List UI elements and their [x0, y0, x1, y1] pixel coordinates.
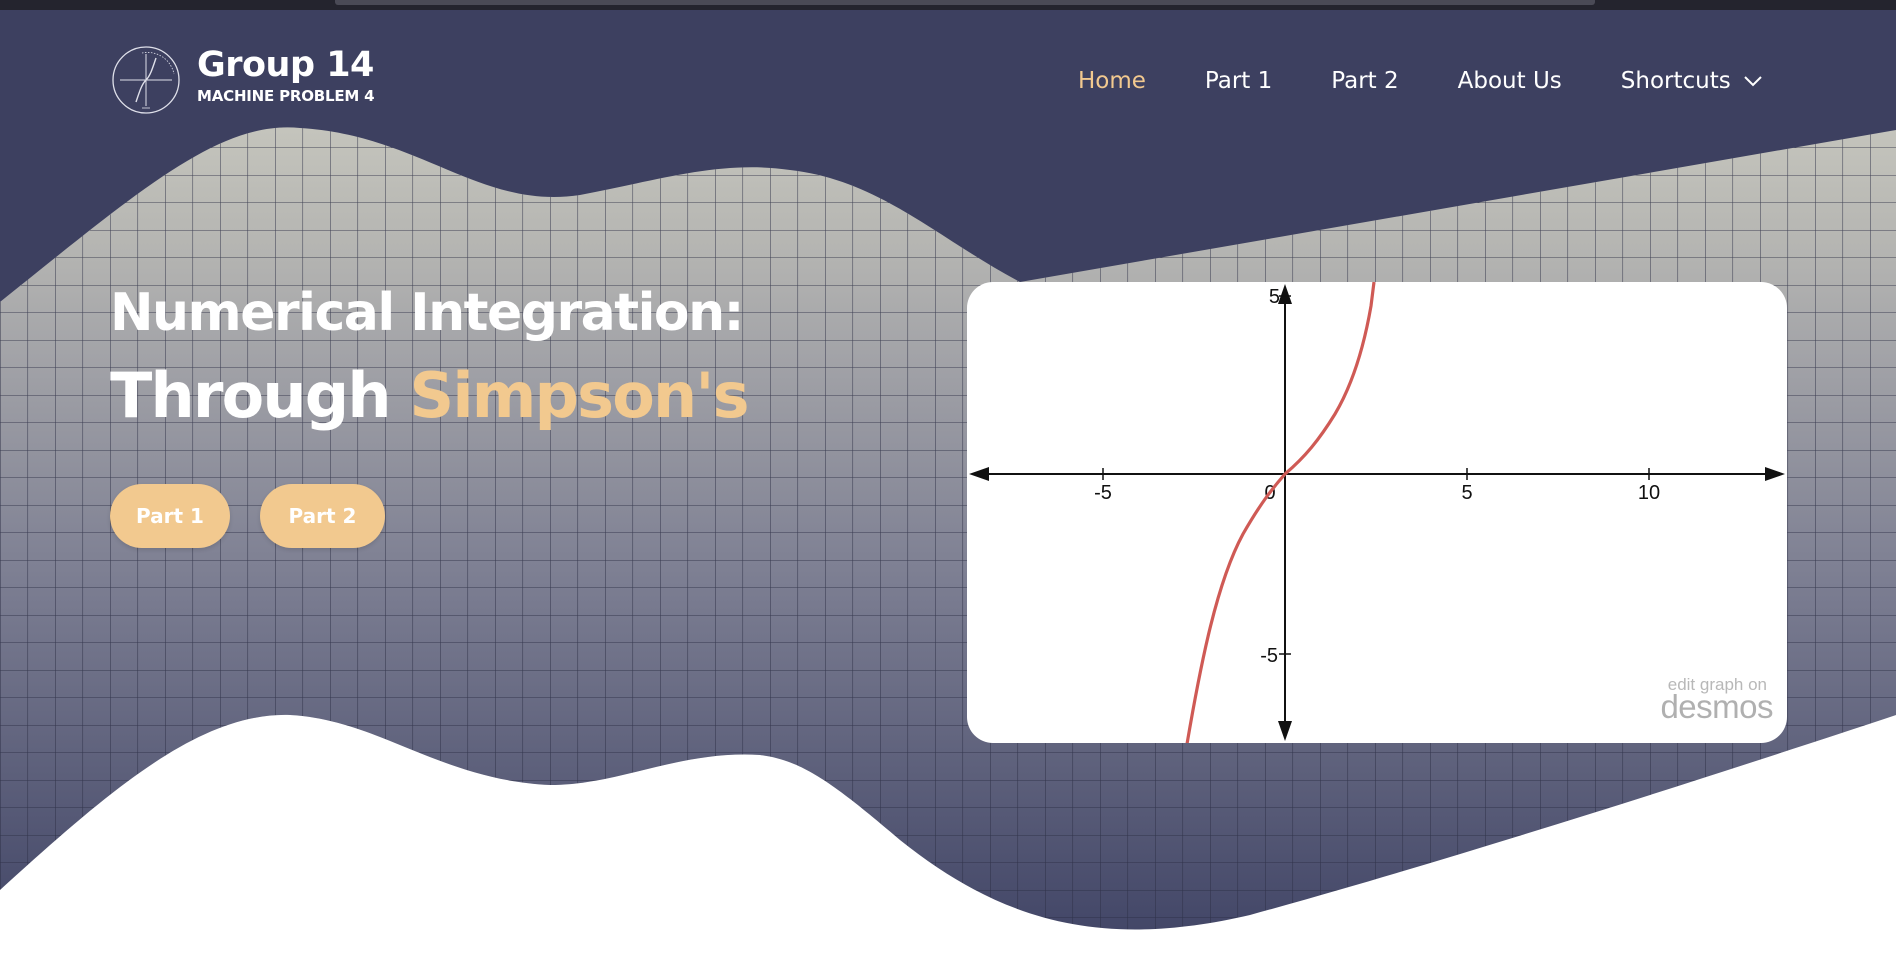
brand-subtitle: MACHINE PROBLEM 4: [197, 87, 375, 105]
x-axis-right-arrow-icon: [1765, 467, 1785, 481]
nav-home[interactable]: Home: [1078, 68, 1146, 94]
main-nav: Home Part 1 Part 2 About Us Shortcuts: [1078, 64, 1763, 98]
hero-title-accent: Simpson's: [409, 359, 749, 432]
y-axis-bottom-arrow-icon: [1278, 721, 1292, 741]
hyperbolic-function-logo-icon[interactable]: [110, 44, 182, 116]
part-2-button[interactable]: Part 2: [260, 484, 385, 548]
top-scroll-track: [335, 0, 1595, 5]
part-1-button[interactable]: Part 1: [110, 484, 230, 548]
browser-top-bar: [0, 0, 1896, 10]
desmos-logo[interactable]: desmos: [1660, 688, 1773, 726]
x-tick-label: 10: [1638, 482, 1660, 504]
hero-title-line-2: Through Simpson's: [110, 359, 749, 432]
graph-card[interactable]: -5 0 5 10 5 -5 edit graph on desmos: [967, 282, 1787, 743]
nav-part-2[interactable]: Part 2: [1331, 68, 1398, 94]
y-tick-label: 5: [1269, 286, 1280, 308]
y-tick-label: -5: [1260, 645, 1278, 667]
function-curve: [1185, 282, 1376, 743]
x-tick-label: -5: [1094, 482, 1112, 504]
x-tick-label: 5: [1461, 482, 1472, 504]
chevron-down-icon: [1744, 76, 1762, 87]
brand[interactable]: Group 14 MACHINE PROBLEM 4: [197, 43, 375, 105]
y-axis-top-arrow-icon: [1278, 284, 1292, 304]
nav-shortcuts-dropdown[interactable]: Shortcuts: [1621, 68, 1763, 94]
function-graph[interactable]: -5 0 5 10 5 -5: [967, 282, 1787, 743]
nav-shortcuts-label: Shortcuts: [1620, 68, 1731, 94]
hero-title-prefix: Through: [110, 359, 391, 432]
brand-title: Group 14: [197, 45, 374, 85]
nav-about-us[interactable]: About Us: [1458, 68, 1562, 94]
nav-part-1[interactable]: Part 1: [1205, 68, 1272, 94]
x-axis-left-arrow-icon: [969, 467, 989, 481]
hero-title-line-1: Numerical Integration:: [110, 283, 744, 343]
